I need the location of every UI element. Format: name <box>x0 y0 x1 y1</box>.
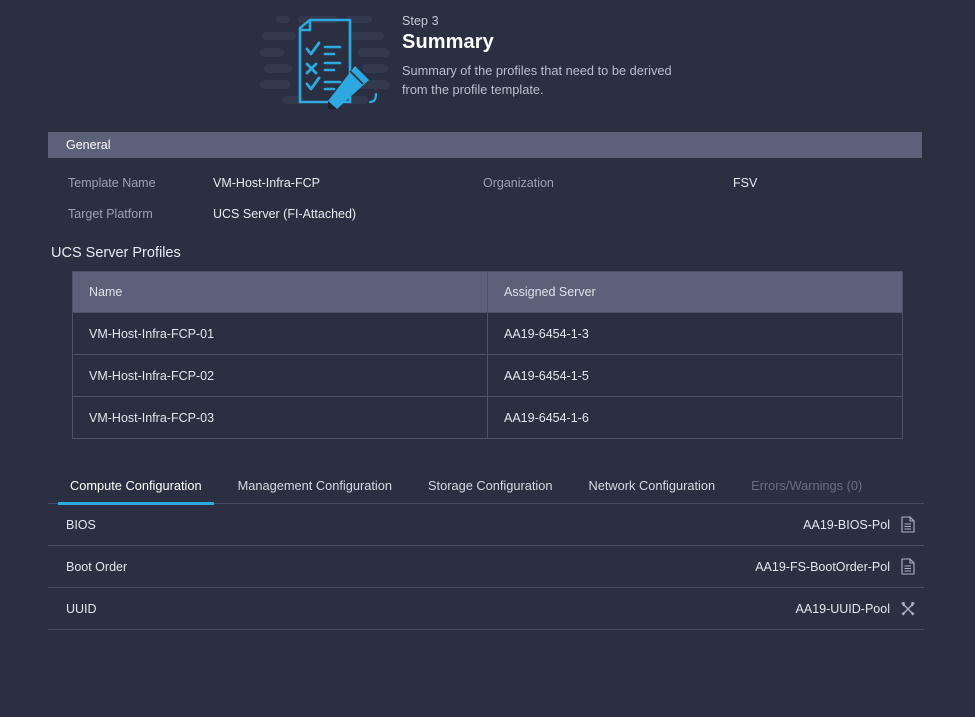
target-platform-label: Target Platform <box>68 207 153 221</box>
policy-value: AA19-FS-BootOrder-Pol <box>755 559 890 574</box>
policy-document-icon[interactable] <box>900 516 916 533</box>
profile-name-cell: VM-Host-Infra-FCP-02 <box>72 354 488 397</box>
hero-text-block: Step 3 Summary Summary of the profiles t… <box>402 8 692 99</box>
policy-value-group: AA19-FS-BootOrder-Pol <box>755 558 916 575</box>
profile-name-cell: VM-Host-Infra-FCP-03 <box>72 396 488 439</box>
pool-tools-icon[interactable] <box>900 600 916 617</box>
configuration-tabs: Compute Configuration Management Configu… <box>48 463 924 505</box>
template-name-value: VM-Host-Infra-FCP <box>213 176 320 190</box>
assigned-server-cell: AA19-6454-1-5 <box>487 354 903 397</box>
policy-label: BIOS <box>66 517 96 532</box>
tab-storage-configuration[interactable]: Storage Configuration <box>416 478 565 503</box>
policy-row-uuid: UUID AA19-UUID-Pool <box>48 588 924 630</box>
column-header-name[interactable]: Name <box>72 271 488 313</box>
policy-label: UUID <box>66 601 97 616</box>
assigned-server-cell: AA19-6454-1-3 <box>487 312 903 355</box>
tab-network-configuration[interactable]: Network Configuration <box>576 478 727 503</box>
kv-grid-spacer <box>733 207 927 221</box>
policy-value-group: AA19-BIOS-Pol <box>803 516 916 533</box>
policy-value: AA19-BIOS-Pol <box>803 517 890 532</box>
hero-banner: Step 3 Summary Summary of the profiles t… <box>0 0 975 118</box>
general-details-grid: Template Name VM-Host-Infra-FCP Organiza… <box>48 176 927 221</box>
policy-label: Boot Order <box>66 559 128 574</box>
step-label: Step 3 <box>402 14 439 28</box>
ucs-server-profiles-title: UCS Server Profiles <box>51 245 181 261</box>
template-name-label: Template Name <box>68 176 156 190</box>
policy-document-icon[interactable] <box>900 558 916 575</box>
general-section-title: General <box>66 138 111 152</box>
checklist-document-pencil-illustration <box>258 8 398 113</box>
target-platform-value: UCS Server (FI-Attached) <box>213 207 357 221</box>
assigned-server-cell: AA19-6454-1-6 <box>487 396 903 439</box>
general-section-header: General <box>48 132 922 158</box>
table-row[interactable]: VM-Host-Infra-FCP-02 AA19-6454-1-5 <box>72 354 903 397</box>
policy-row-bios: BIOS AA19-BIOS-Pol <box>48 504 924 546</box>
table-row[interactable]: VM-Host-Infra-FCP-03 AA19-6454-1-6 <box>72 396 903 439</box>
policy-value-group: AA19-UUID-Pool <box>796 600 916 617</box>
policy-row-boot-order: Boot Order AA19-FS-BootOrder-Pol <box>48 546 924 588</box>
tab-compute-configuration[interactable]: Compute Configuration <box>58 478 214 505</box>
profile-name-cell: VM-Host-Infra-FCP-01 <box>72 312 488 355</box>
column-header-assigned-server[interactable]: Assigned Server <box>487 271 903 313</box>
kv-grid-spacer <box>483 207 733 221</box>
organization-label: Organization <box>483 176 554 190</box>
page-title: Summary <box>402 31 494 53</box>
organization-value: FSV <box>733 176 758 190</box>
table-header-row: Name Assigned Server <box>72 271 903 313</box>
tab-errors-warnings: Errors/Warnings (0) <box>751 478 863 493</box>
page-description: Summary of the profiles that need to be … <box>402 63 672 97</box>
ucs-server-profiles-table: Name Assigned Server VM-Host-Infra-FCP-0… <box>72 271 903 439</box>
compute-configuration-policy-list: BIOS AA19-BIOS-Pol Boot Order AA19-FS-Bo… <box>48 504 924 630</box>
table-row[interactable]: VM-Host-Infra-FCP-01 AA19-6454-1-3 <box>72 312 903 355</box>
policy-value: AA19-UUID-Pool <box>795 601 890 616</box>
tab-management-configuration[interactable]: Management Configuration <box>226 478 404 503</box>
